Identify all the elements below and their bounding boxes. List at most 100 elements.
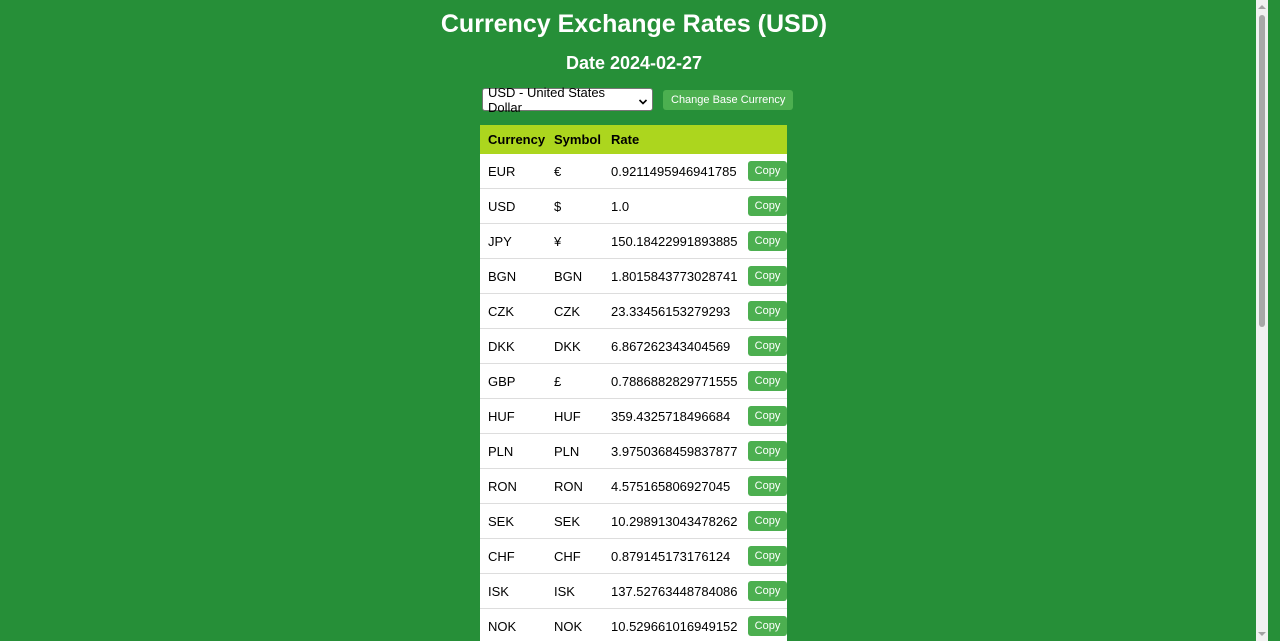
copy-button[interactable]: Copy — [748, 371, 787, 391]
currency-rate: 23.33456153279293 — [611, 303, 731, 319]
action-cell: Copy — [740, 301, 787, 321]
currency-rate: 10.529661016949152 — [611, 618, 738, 634]
table-row: CHF CHF 0.879145173176124 Copy — [480, 539, 787, 574]
currency-code: ISK — [488, 583, 509, 599]
table-row: ISK ISK 137.52763448784086 Copy — [480, 574, 787, 609]
action-cell: Copy — [740, 581, 787, 601]
scroll-down-icon[interactable] — [1256, 627, 1268, 641]
table-row: RON RON 4.575165806927045 Copy — [480, 469, 787, 504]
copy-button[interactable]: Copy — [748, 196, 787, 216]
action-cell: Copy — [740, 441, 787, 461]
action-cell: Copy — [740, 511, 787, 531]
action-cell: Copy — [740, 266, 787, 286]
currency-rate: 1.0 — [611, 198, 630, 214]
currency-symbol: DKK — [554, 338, 581, 354]
currency-symbol: PLN — [554, 443, 580, 459]
header-rate: Rate — [611, 132, 640, 147]
currency-symbol: € — [554, 163, 562, 179]
currency-symbol: HUF — [554, 408, 581, 424]
action-cell: Copy — [740, 546, 787, 566]
base-currency-selected: USD - United States Dollar — [488, 84, 606, 115]
currency-code: SEK — [488, 513, 515, 529]
action-cell: Copy — [740, 231, 787, 251]
date-value: 2024-02-27 — [609, 53, 703, 73]
copy-button[interactable]: Copy — [748, 161, 787, 181]
table-row: PLN PLN 3.9750368459837877 Copy — [480, 434, 787, 469]
table-row: NOK NOK 10.529661016949152 Copy — [480, 609, 787, 641]
copy-button[interactable]: Copy — [748, 546, 787, 566]
header-currency: Currency — [488, 132, 546, 147]
table-row: CZK CZK 23.33456153279293 Copy — [480, 294, 787, 329]
copy-button[interactable]: Copy — [748, 301, 787, 321]
copy-button[interactable]: Copy — [748, 231, 787, 251]
currency-code: JPY — [488, 233, 512, 249]
currency-symbol: £ — [554, 373, 562, 389]
copy-button[interactable]: Copy — [748, 441, 787, 461]
currency-code: EUR — [488, 163, 516, 179]
table-row: DKK DKK 6.867262343404569 Copy — [480, 329, 787, 364]
table-row: USD $1.0 Copy — [480, 189, 787, 224]
change-base-currency-button[interactable]: Change Base Currency — [663, 89, 794, 110]
table-row: EUR €0.9211495946941785 Copy — [480, 154, 787, 189]
table-row: JPY ¥150.18422991893885 Copy — [480, 224, 787, 259]
page: Currency Exchange Rates (USD) Date 2024-0… — [0, 0, 1268, 641]
currency-rate: 0.7886882829771555 — [611, 373, 738, 389]
action-cell: Copy — [740, 336, 787, 356]
copy-button[interactable]: Copy — [748, 616, 787, 636]
currency-symbol: ¥ — [554, 233, 562, 249]
currency-symbol: NOK — [554, 618, 583, 634]
currency-symbol: RON — [554, 478, 583, 494]
currency-rate: 4.575165806927045 — [611, 478, 731, 494]
chevron-down-icon — [638, 95, 648, 105]
action-cell: Copy — [740, 406, 787, 426]
currency-rate: 3.9750368459837877 — [611, 443, 738, 459]
copy-button[interactable]: Copy — [748, 336, 787, 356]
currency-rate: 1.8015843773028741 — [611, 268, 738, 284]
action-cell: Copy — [740, 476, 787, 496]
currency-rate: 150.18422991893885 — [611, 233, 738, 249]
copy-button[interactable]: Copy — [748, 406, 787, 426]
currency-code: CZK — [488, 303, 514, 319]
currency-rate: 6.867262343404569 — [611, 338, 731, 354]
copy-button[interactable]: Copy — [748, 511, 787, 531]
currency-code: USD — [488, 198, 516, 214]
date-heading: Date 2024-02-27 — [0, 50, 1268, 76]
currency-symbol: ISK — [554, 583, 575, 599]
scroll-up-icon[interactable] — [1256, 0, 1268, 14]
header-symbol: Symbol — [554, 132, 601, 147]
rates-table: Currency Symbol Rate EUR €0.9211495946941… — [480, 125, 787, 641]
table-row: GBP £0.7886882829771555 Copy — [480, 364, 787, 399]
scrollbar[interactable] — [1256, 0, 1268, 641]
action-cell: Copy — [740, 161, 787, 181]
copy-button[interactable]: Copy — [748, 581, 787, 601]
scroll-thumb[interactable] — [1259, 15, 1265, 327]
currency-rate: 359.4325718496684 — [611, 408, 731, 424]
copy-button[interactable]: Copy — [748, 476, 787, 496]
currency-symbol: $ — [554, 198, 562, 214]
table-row: HUF HUF 359.4325718496684 Copy — [480, 399, 787, 434]
currency-symbol: SEK — [554, 513, 581, 529]
currency-rate: 10.298913043478262 — [611, 513, 738, 529]
copy-button[interactable]: Copy — [748, 266, 787, 286]
currency-code: BGN — [488, 268, 517, 284]
currency-rate: 0.879145173176124 — [611, 548, 731, 564]
currency-code: PLN — [488, 443, 514, 459]
base-currency-select[interactable]: USD - United States Dollar — [482, 85, 653, 115]
action-cell: Copy — [740, 371, 787, 391]
currency-symbol: CZK — [554, 303, 580, 319]
action-cell: Copy — [740, 196, 787, 216]
currency-code: RON — [488, 478, 517, 494]
table-row: BGN BGN 1.8015843773028741 Copy — [480, 259, 787, 294]
currency-rate: 0.9211495946941785 — [611, 163, 737, 179]
page-title: Currency Exchange Rates (USD) — [440, 10, 828, 38]
currency-code: HUF — [488, 408, 515, 424]
currency-rate: 137.52763448784086 — [611, 583, 738, 599]
currency-code: CHF — [488, 548, 515, 564]
table-header: Currency Symbol Rate — [480, 125, 787, 154]
currency-code: DKK — [488, 338, 515, 354]
currency-code: NOK — [488, 618, 517, 634]
table-body: EUR €0.9211495946941785 Copy USD $1.0 Copy JPY… — [480, 154, 787, 641]
currency-code: GBP — [488, 373, 516, 389]
table-row: SEK SEK 10.298913043478262 Copy — [480, 504, 787, 539]
date-label: Date — [565, 53, 605, 73]
